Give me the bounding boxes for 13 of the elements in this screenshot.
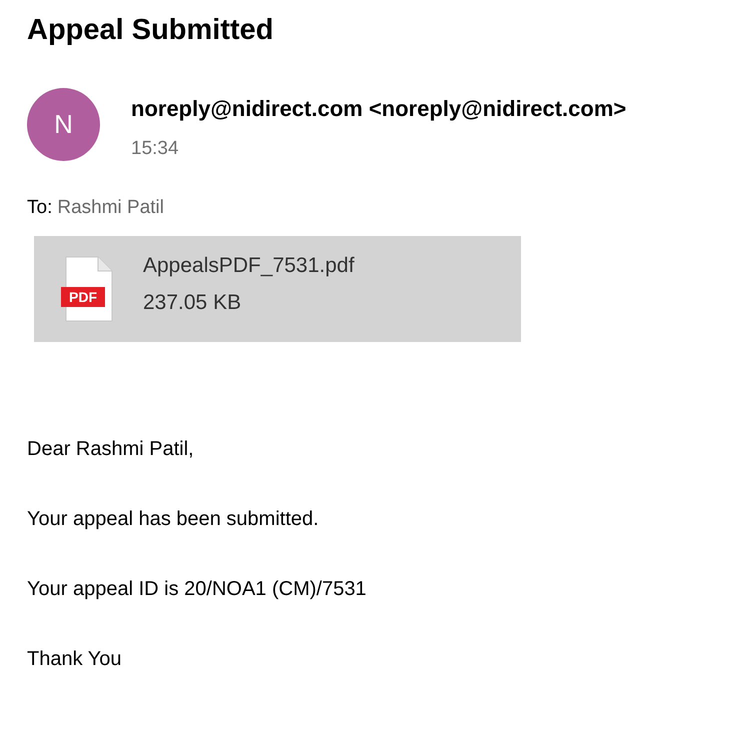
- sender-avatar: N: [27, 88, 100, 161]
- email-subject: Appeal Submitted: [27, 13, 274, 48]
- sent-time: 15:34: [131, 137, 179, 161]
- sender-address: noreply@nidirect.com <noreply@nidirect.com>: [131, 95, 626, 123]
- message-paragraph: Dear Rashmi Patil,: [27, 437, 194, 461]
- to-label: To:: [27, 196, 52, 220]
- attachment-filename: AppealsPDF_7531.pdf: [143, 252, 354, 278]
- attachment-card[interactable]: PDF AppealsPDF_7531.pdf 237.05 KB: [34, 236, 521, 342]
- message-paragraph: Your appeal has been submitted.: [27, 507, 319, 531]
- attachment-size: 237.05 KB: [143, 290, 242, 316]
- message-paragraph: Your appeal ID is 20/NOA1 (CM)/7531: [27, 577, 366, 601]
- message-paragraph: Thank You: [27, 647, 122, 671]
- recipient-name: Rashmi Patil: [57, 196, 164, 220]
